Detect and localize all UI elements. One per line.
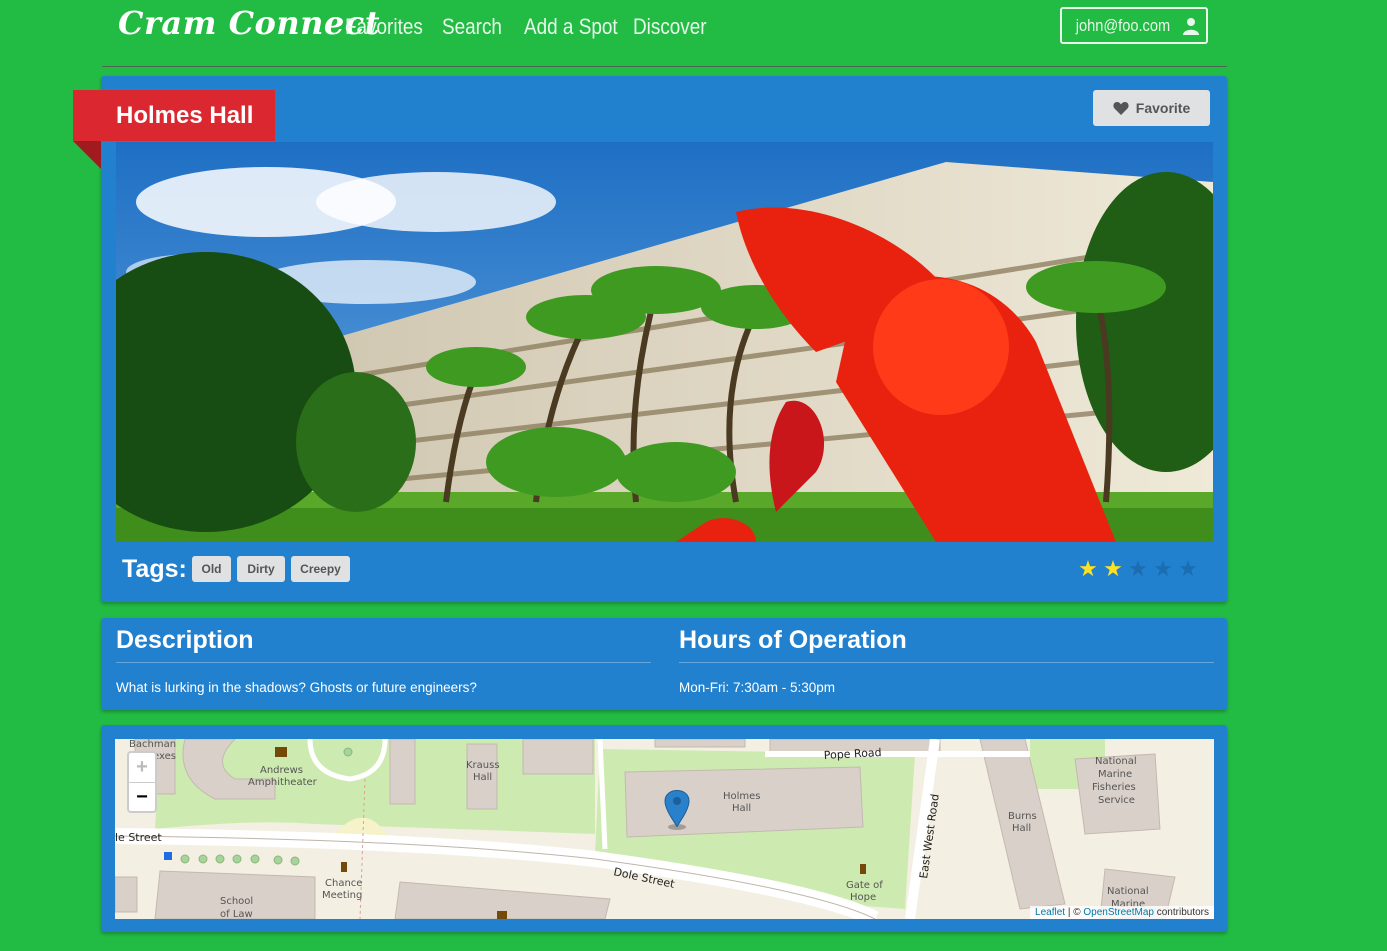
star-icon[interactable]: ★ [1151,557,1175,581]
map-label-chance-1: Chance [325,878,362,889]
spot-title: Holmes Hall [73,90,275,141]
map-label-nm-bottom-1: National [1107,886,1149,897]
map-label-nmfs-3: Fisheries [1092,782,1136,793]
map-label-law-2: of Law [220,909,253,919]
rating-stars[interactable]: ★ ★ ★ ★ ★ [1076,557,1200,581]
nav-discover[interactable]: Discover [633,14,707,40]
map-label-burns-1: Burns [1008,811,1037,822]
user-email: john@foo.com [1075,15,1171,35]
map-label-krauss-1: Krauss [466,760,500,771]
zoom-in-button[interactable]: + [129,753,155,783]
ribbon-fold [73,141,101,169]
info-card: Description What is lurking in the shado… [101,618,1227,710]
description-divider [116,662,651,663]
heart-icon [1113,102,1129,115]
nav-favorites[interactable]: Favorites [345,14,423,40]
map-label-gate-1: Gate of [846,880,883,891]
nav-search[interactable]: Search [442,14,502,40]
tag-creepy[interactable]: Creepy [291,556,350,582]
favorite-button-label: Favorite [1135,100,1191,116]
map-label-nmfs-2: Marine [1098,769,1132,780]
star-icon[interactable]: ★ [1101,557,1125,581]
favorite-button[interactable]: Favorite [1093,90,1210,126]
map-label-dole-street-left: le Street [115,831,162,844]
map-label-gate-2: Hope [850,892,876,903]
map-building-sw [115,876,138,913]
map-label-nmfs-4: Service [1098,795,1135,806]
map-building-north [654,739,746,748]
star-icon[interactable]: ★ [1076,557,1100,581]
map-building-holmes [624,766,864,838]
map-attribution: Leaflet | © OpenStreetMap contributors [1030,906,1214,919]
tag-old[interactable]: Old [192,556,231,582]
openstreetmap-link[interactable]: OpenStreetMap [1083,907,1154,918]
description-text: What is lurking in the shadows? Ghosts o… [116,680,477,695]
map-bus-stop-icon [164,852,172,860]
map-monument-chance-icon [341,862,347,872]
map-label-holmes-2: Hall [732,803,751,814]
map[interactable]: Bachman exes Andrews Amphitheater Krauss… [115,739,1214,919]
map-library-icon [497,911,507,919]
map-label-krauss-2: Hall [473,772,492,783]
map-label-andrews-1: Andrews [260,765,303,776]
map-label-chance-2: Meeting [322,890,362,901]
map-card: Bachman exes Andrews Amphitheater Krauss… [101,725,1227,932]
leaflet-link[interactable]: Leaflet [1035,907,1065,918]
hours-title: Hours of Operation [679,626,907,654]
nav-divider [102,66,1227,67]
tag-dirty[interactable]: Dirty [237,556,285,582]
map-label-burns-2: Hall [1012,823,1031,834]
zoom-out-button[interactable]: − [129,783,155,812]
description-title: Description [116,626,254,654]
attribution-separator: | © [1065,907,1084,918]
map-theater-icon [275,747,287,757]
star-icon[interactable]: ★ [1126,557,1150,581]
map-label-nmfs-1: National [1095,756,1137,767]
user-icon [1182,17,1199,35]
tags-label: Tags: [122,555,187,583]
spot-photo [116,142,1213,542]
nav-add-a-spot[interactable]: Add a Spot [524,14,618,40]
map-building-west [389,739,416,805]
map-zoom-control: + − [127,751,157,813]
hours-divider [679,662,1214,663]
navbar: Cram Connect Favorites Search Add a Spot… [0,0,1387,66]
attribution-suffix: contributors [1153,907,1209,918]
map-label-holmes-1: Holmes [723,791,761,802]
brand-logo[interactable]: Cram Connect [118,4,380,42]
map-label-law-1: School [220,896,253,907]
map-building-small [522,739,594,775]
user-menu-button[interactable]: john@foo.com [1060,7,1208,44]
map-label-bachman: Bachman [129,739,176,750]
map-monument-gate-icon [860,864,866,874]
star-icon[interactable]: ★ [1176,557,1200,581]
spot-card: Holmes Hall Favorite Tags: Old Dirty Cre… [73,76,1227,602]
map-label-andrews-2: Amphitheater [248,777,318,788]
hours-text: Mon-Fri: 7:30am - 5:30pm [679,680,836,695]
